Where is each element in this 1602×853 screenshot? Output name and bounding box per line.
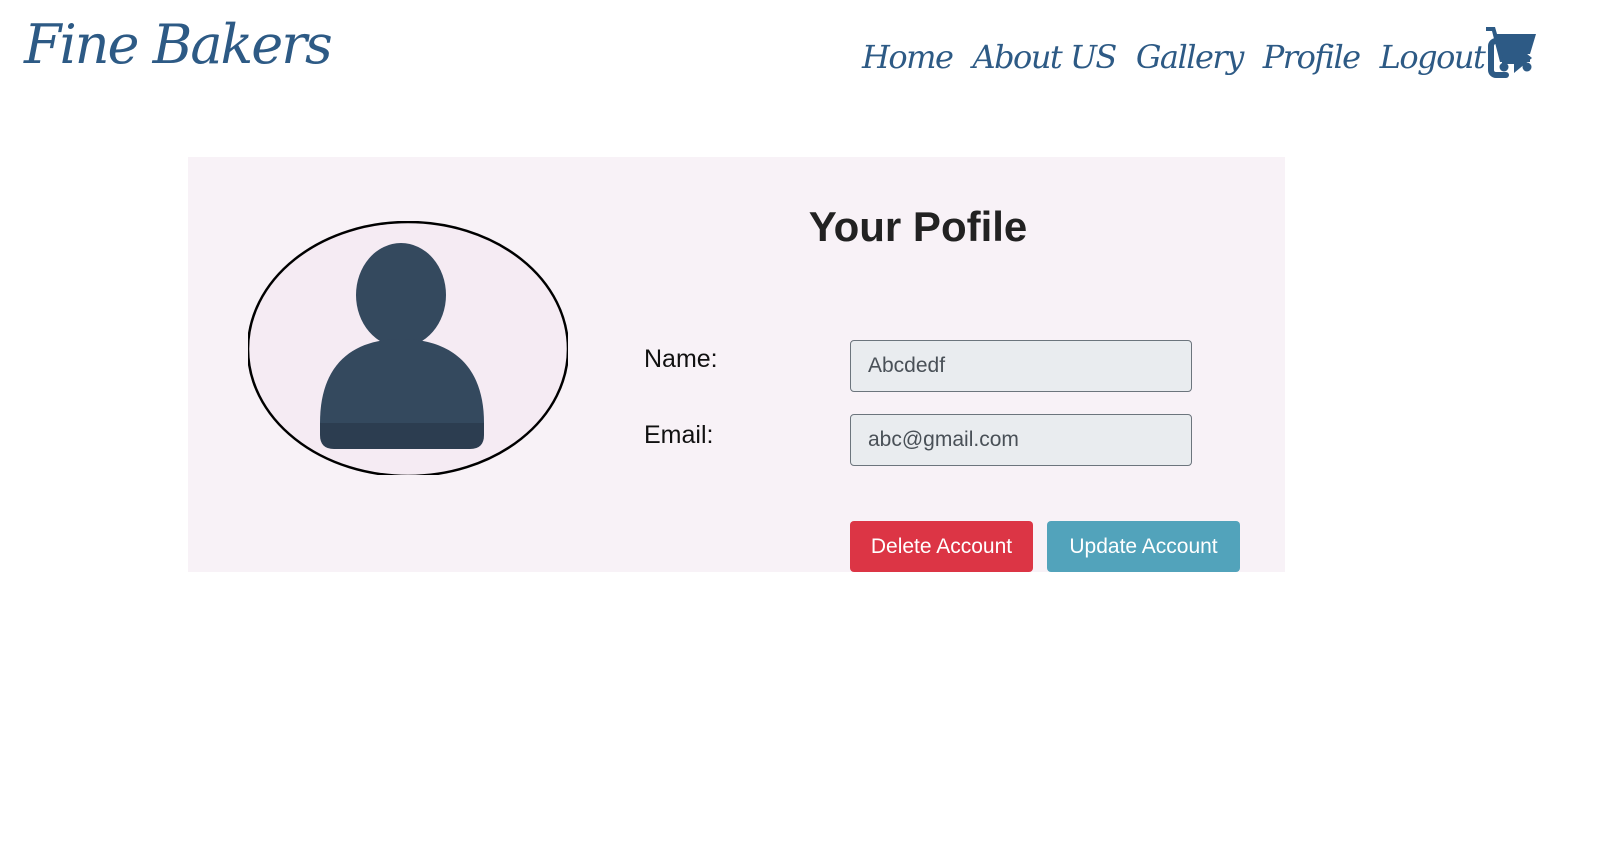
nav-links: Home About US Gallery Profile Logout: [862, 32, 1534, 82]
nav-logout-link[interactable]: Logout: [1380, 38, 1486, 76]
update-account-button[interactable]: Update Account: [1047, 521, 1240, 572]
shopping-cart-icon[interactable]: [1486, 24, 1538, 72]
nav-gallery-link[interactable]: Gallery: [1136, 38, 1244, 76]
delete-account-button[interactable]: Delete Account: [850, 521, 1033, 572]
page-title: Your Pofile: [808, 203, 1028, 250]
name-field[interactable]: [850, 340, 1192, 392]
brand-logo[interactable]: Fine Bakers: [24, 18, 333, 72]
nav-about-link[interactable]: About US: [972, 38, 1117, 76]
nav-home-link[interactable]: Home: [862, 38, 954, 76]
email-label: Email:: [644, 421, 714, 449]
navbar: Fine Bakers Home About US Gallery Profil…: [0, 0, 1602, 120]
profile-card: Your Pofile Name: Email: Delete Account …: [188, 157, 1285, 572]
user-avatar-icon: [248, 221, 568, 475]
nav-profile-link[interactable]: Profile: [1263, 38, 1361, 76]
email-field[interactable]: [850, 414, 1192, 466]
name-label: Name:: [644, 345, 718, 373]
